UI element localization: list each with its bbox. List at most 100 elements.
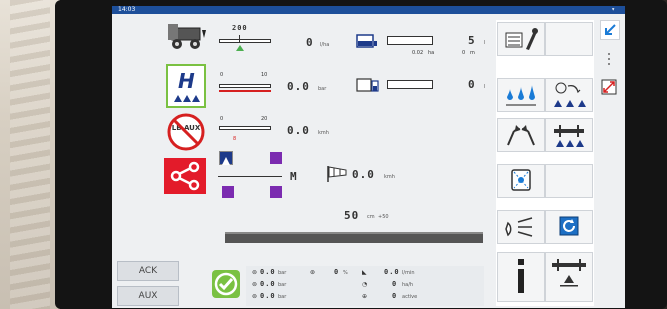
arrow-down-left-icon (605, 24, 616, 35)
footer-c1-r2-value: 0.0 (260, 280, 276, 288)
footer-c2-icon: ⊛ (310, 269, 316, 276)
area-value: 0.02 (412, 50, 424, 56)
share-button[interactable] (164, 158, 206, 194)
softkey-empty-1[interactable] (545, 22, 593, 56)
status-bar: 14:03 ▾ (112, 6, 625, 14)
boom-left-up-button[interactable] (219, 151, 233, 165)
svg-text:H: H (178, 69, 195, 93)
wind-unit: kmh (384, 174, 395, 180)
pressure-scale-max: 10 (261, 72, 268, 78)
more-vert-icon (608, 53, 610, 65)
nozzle-drops-icon (506, 85, 536, 106)
sprayer-vehicle-icon[interactable] (164, 20, 208, 54)
footer-c2-unit: % (343, 270, 348, 276)
confirm-button[interactable] (212, 270, 240, 298)
rate-target: 200 (232, 24, 248, 32)
softkey-boom-center[interactable] (545, 252, 593, 302)
footer-c3-r2-icon: ◔ (362, 281, 368, 288)
share-icon (170, 161, 200, 191)
rate-gauge (219, 39, 271, 43)
rate-unit: l/ha (320, 42, 330, 48)
second-count: 0 (468, 78, 476, 91)
boom-line (218, 176, 282, 177)
softkey-flush[interactable] (545, 78, 593, 112)
settings-wrench-icon (505, 28, 538, 50)
headland-icon: H (174, 69, 200, 102)
boom-mode: M (290, 170, 298, 183)
headland-mode-button[interactable]: H (166, 64, 206, 108)
aux-button[interactable]: AUX (117, 286, 179, 306)
camera-view-icon (511, 169, 531, 191)
arrow-up-icon (222, 157, 230, 165)
check-icon (214, 272, 238, 296)
softkey-boom-sections[interactable] (545, 118, 593, 152)
distance-unit: m (470, 50, 475, 56)
boom-section-left-bottom[interactable] (222, 186, 234, 198)
tank-level-bar (387, 36, 433, 45)
speed-value: 0.0 (287, 124, 310, 137)
distance-value: 0 (462, 50, 466, 56)
footer-c1-r2-unit: bar (278, 282, 287, 288)
expand-icon (601, 79, 617, 95)
boom-fold-icon (507, 125, 535, 146)
area-unit: ha (428, 50, 435, 56)
ack-button[interactable]: ACK (117, 261, 179, 281)
tank-count: 5 (468, 34, 476, 47)
tank-count-suffix: l (484, 40, 486, 46)
footer-c1-r3-icon: ⊚ (252, 293, 258, 300)
rate-marker-icon (236, 45, 244, 51)
softkey-nozzles[interactable] (497, 78, 545, 112)
info-icon (518, 259, 524, 293)
footer-c3-r1-unit: l/min (402, 270, 415, 276)
footer-c3-r2-unit: ha/h (402, 282, 414, 288)
boom-height-offset: +50 (378, 214, 389, 220)
background-photo (0, 0, 60, 309)
footer-c3-r3-icon: ⊕ (362, 293, 368, 300)
footer-c1-r1-value: 0.0 (260, 268, 276, 276)
second-tank-bar (387, 80, 433, 89)
tank-icon (356, 34, 377, 48)
softkey-worklight[interactable] (497, 210, 545, 244)
footer-c1-r1-icon: ⊚ (252, 269, 258, 276)
second-tank-icon (356, 78, 379, 92)
pressure-gauge (219, 84, 271, 88)
softkey-camera[interactable] (497, 164, 545, 198)
footer-c3-r1-icon: ◣ (362, 269, 367, 276)
clock: 14:03 (118, 6, 136, 13)
footer-c3-r1-value: 0.0 (384, 268, 400, 276)
softkey-boom-fold[interactable] (497, 118, 545, 152)
boom-section-right-top[interactable] (270, 152, 282, 164)
softkey-info[interactable] (497, 252, 545, 302)
softkey-empty-2[interactable] (545, 164, 593, 198)
reset-icon (559, 216, 579, 236)
wind-value: 0.0 (352, 168, 375, 181)
speed-scale-mark: 8 (233, 136, 237, 142)
boom-height-value: 50 (344, 209, 360, 222)
fullscreen-button[interactable] (600, 78, 620, 98)
footer-c1-r3-value: 0.0 (260, 292, 276, 300)
status-indicator-icon: ▾ (611, 6, 615, 13)
footer-c3-r3-unit: active (402, 294, 418, 300)
speed-gauge (219, 126, 271, 130)
softkey-settings[interactable] (497, 22, 545, 56)
speed-scale-min: 0 (220, 116, 224, 122)
terminal-screen: 14:03 ▾ H LB AUX ACK AUX 200 0 l/ha 0 10… (112, 6, 625, 308)
more-menu-button[interactable] (600, 50, 620, 70)
lb-aux-disabled-icon[interactable]: LB AUX (164, 112, 208, 152)
boom-sections-icon (554, 125, 584, 147)
flush-triangles-icon (554, 82, 586, 107)
pressure-unit: bar (318, 86, 327, 92)
speed-unit: kmh (318, 130, 329, 136)
footer-c2-value: 0 (334, 268, 340, 276)
minimize-button[interactable] (600, 20, 620, 40)
second-count-suffix: l (484, 84, 486, 90)
softkey-reset[interactable] (545, 210, 593, 244)
footer-c1-r1-unit: bar (278, 270, 287, 276)
boom-section-right-bottom[interactable] (270, 186, 282, 198)
rate-value: 0 (306, 36, 314, 49)
footer-c3-r3-value: 0 (392, 292, 398, 300)
footer-c3-r2-value: 0 (392, 280, 398, 288)
boom-center-icon (552, 259, 586, 287)
footer-c1-r3-unit: bar (278, 294, 287, 300)
boom-sections-bar (225, 232, 483, 243)
